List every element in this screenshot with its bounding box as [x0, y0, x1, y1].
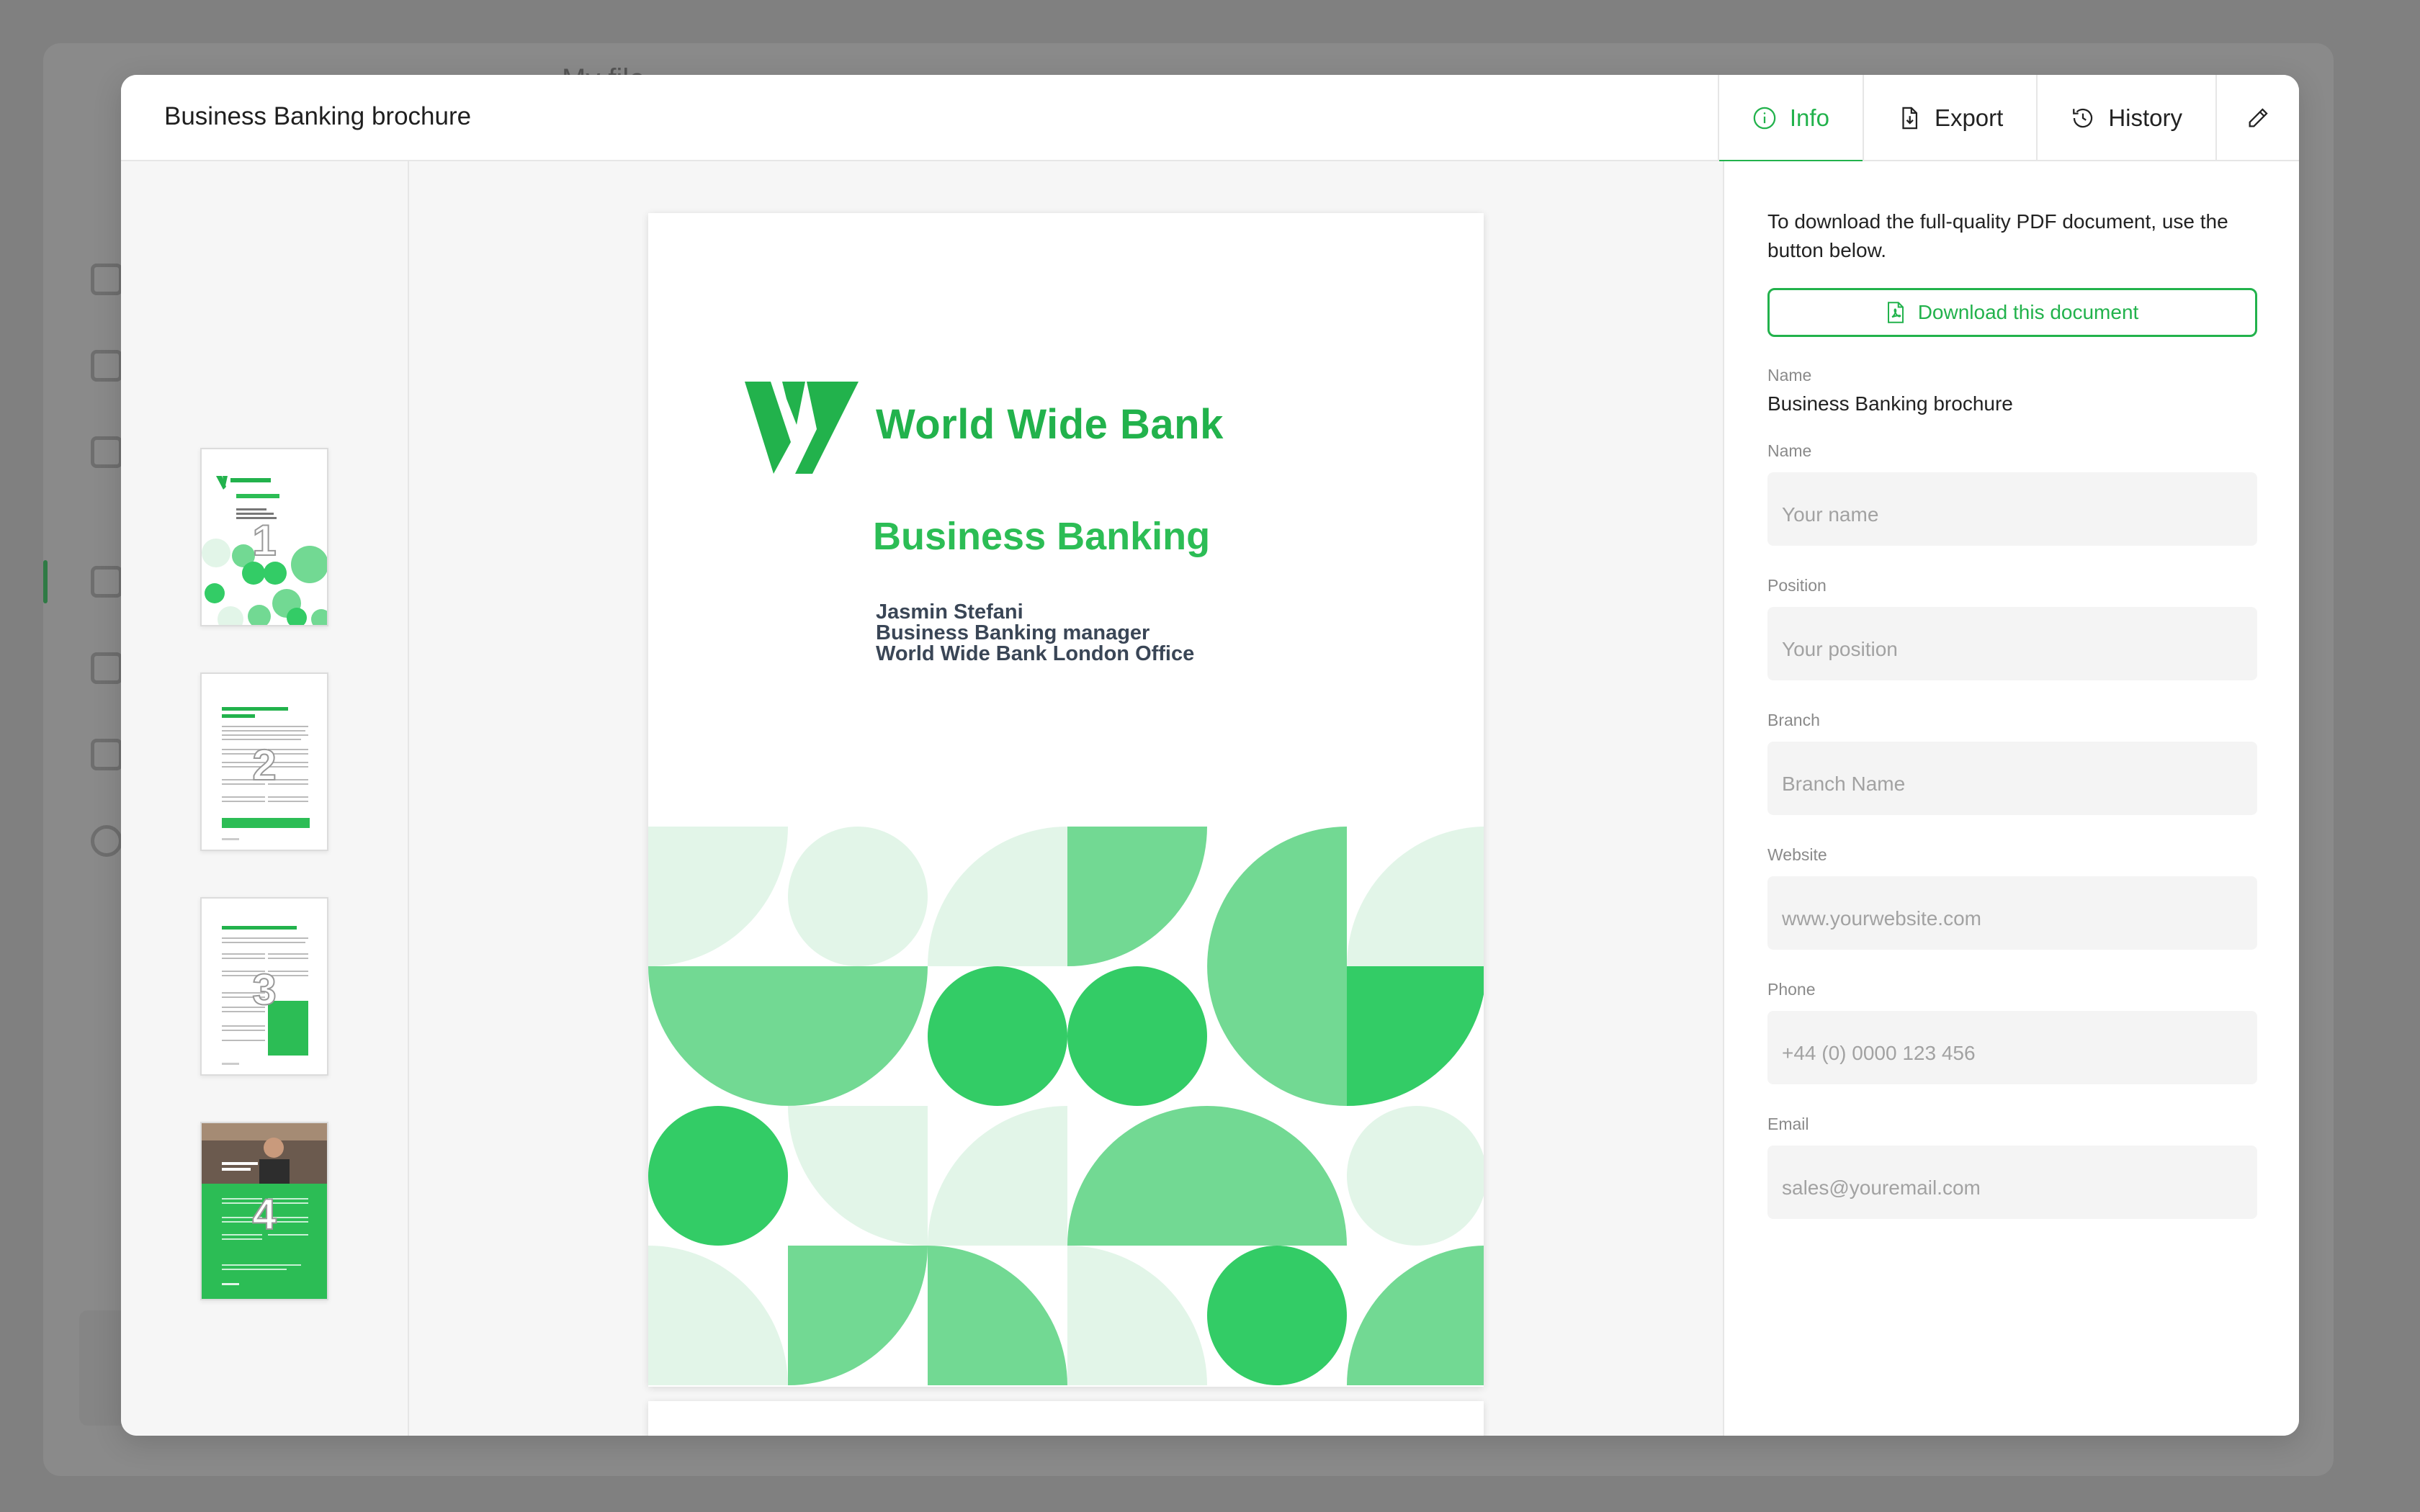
- phone-field[interactable]: [1767, 1011, 2257, 1084]
- power-icon: [91, 825, 122, 857]
- thumbnail-number: 3: [251, 965, 277, 1014]
- name-field-group: Name: [1767, 441, 2257, 546]
- document-modal: Business Banking brochure Info Export Hi…: [121, 75, 2299, 1436]
- thumbnail-page-4[interactable]: 4: [200, 1122, 328, 1300]
- thumbnail-page-1[interactable]: 1: [200, 448, 328, 626]
- folder-icon: [91, 566, 122, 598]
- website-field-label: Website: [1767, 845, 1827, 864]
- document-page-1: World Wide Bank Business Banking Jasmin …: [648, 213, 1484, 1387]
- info-icon: [1753, 107, 1776, 130]
- modal-title: Business Banking brochure: [164, 102, 472, 130]
- email-field-group: Email: [1767, 1115, 2257, 1219]
- phone-field-label: Phone: [1767, 980, 1816, 999]
- image-icon: [91, 264, 122, 295]
- modal-tabs: Info Export History: [1717, 75, 2299, 163]
- geometric-pattern: [648, 827, 1484, 1385]
- contact-office: World Wide Bank London Office: [876, 642, 1195, 665]
- info-panel: To download the full-quality PDF documen…: [1723, 161, 2299, 1436]
- branch-field-group: Branch: [1767, 711, 2257, 815]
- name-field-label: Name: [1767, 441, 1812, 460]
- thumbnail-page-2[interactable]: 2: [200, 672, 328, 851]
- document-name-label: Name: [1767, 366, 1812, 384]
- bank-logo-icon: [745, 382, 859, 474]
- pencil-icon: [2249, 108, 2268, 127]
- thumbnail-page-3[interactable]: 3: [200, 897, 328, 1076]
- download-button-label: Download this document: [1917, 301, 2139, 323]
- document-viewer[interactable]: World Wide Bank Business Banking Jasmin …: [409, 161, 1723, 1436]
- download-instructions: To download the full-quality PDF documen…: [1767, 210, 2228, 261]
- website-field[interactable]: [1767, 876, 2257, 950]
- pdf-file-icon: [1887, 302, 1904, 323]
- position-field-group: Position: [1767, 576, 2257, 680]
- bank-name: World Wide Bank: [876, 401, 1224, 448]
- tab-export-label: Export: [1934, 104, 2004, 131]
- phone-field-group: Phone: [1767, 980, 2257, 1084]
- website-field-group: Website: [1767, 845, 2257, 950]
- sliders-icon: [91, 436, 122, 468]
- document-heading: Business Banking: [873, 515, 1211, 558]
- tab-info[interactable]: Info: [1717, 75, 1863, 163]
- export-icon: [1902, 107, 1917, 130]
- contact-icon: [91, 739, 122, 770]
- sitemap-icon: [91, 652, 122, 684]
- branch-field-label: Branch: [1767, 711, 1820, 729]
- chart-icon: [91, 350, 122, 382]
- thumbnail-number: 1: [251, 516, 277, 565]
- position-field[interactable]: [1767, 607, 2257, 680]
- tab-export[interactable]: Export: [1862, 75, 2036, 161]
- active-nav-indicator: [43, 560, 48, 603]
- thumbnail-number: 2: [251, 740, 277, 790]
- page-thumbnails: 1 2 3 4: [121, 161, 409, 1436]
- contact-block: Jasmin Stefani Business Banking manager …: [876, 602, 1194, 665]
- document-name-value: Business Banking brochure: [1767, 392, 2013, 415]
- branch-field[interactable]: [1767, 742, 2257, 815]
- modal-header: Business Banking brochure Info Export Hi…: [121, 75, 2299, 163]
- edit-button[interactable]: [2215, 75, 2299, 161]
- contact-name: Jasmin Stefani: [876, 600, 1023, 624]
- thumbnail-number: 4: [251, 1189, 277, 1239]
- document-name-group: Name Business Banking brochure: [1767, 366, 2256, 415]
- tab-history[interactable]: History: [2036, 75, 2215, 161]
- email-field-label: Email: [1767, 1115, 1809, 1133]
- tab-history-label: History: [2108, 104, 2182, 131]
- contact-role: Business Banking manager: [876, 621, 1150, 644]
- name-field[interactable]: [1767, 472, 2257, 546]
- download-document-button[interactable]: Download this document: [1767, 288, 2257, 337]
- email-field[interactable]: [1767, 1146, 2257, 1219]
- history-icon: [2073, 108, 2093, 128]
- document-page-2: [648, 1401, 1484, 1436]
- position-field-label: Position: [1767, 576, 1827, 595]
- tab-info-label: Info: [1789, 104, 1829, 131]
